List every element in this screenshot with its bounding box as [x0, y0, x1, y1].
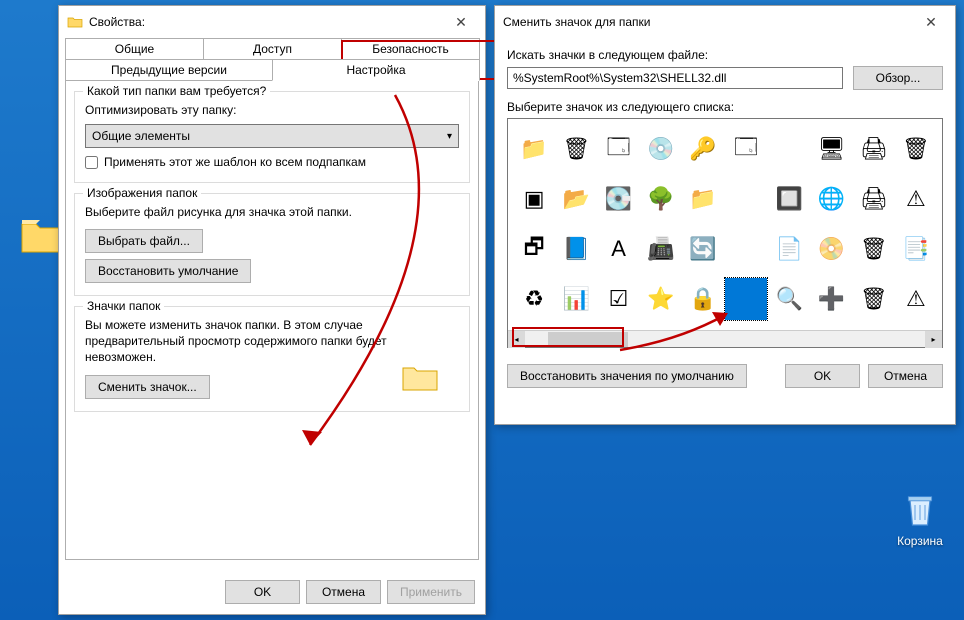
- recycle-bin-label: Корзина: [897, 534, 943, 548]
- printer-icon[interactable]: 🖨: [855, 130, 893, 168]
- recycle2-icon[interactable]: ♻: [515, 280, 553, 318]
- folder-pictures-group: Изображения папок Выберите файл рисунка …: [74, 193, 470, 295]
- tab-sharing[interactable]: Доступ: [203, 38, 342, 59]
- change-icon-title: Сменить значок для папки: [503, 15, 915, 29]
- drive-icon[interactable]: 💽: [600, 180, 638, 218]
- folder-icon: [67, 15, 83, 29]
- change-icon-window: Сменить значок для папки ✕ Искать значки…: [494, 5, 956, 425]
- recycle-bin-icon[interactable]: 🗑: [557, 130, 595, 168]
- select-label: Выберите значок из следующего списка:: [507, 100, 943, 114]
- tab-general[interactable]: Общие: [65, 38, 204, 59]
- ok-button[interactable]: OK: [225, 580, 300, 604]
- change-icon-button-row: Восстановить значения по умолчанию OK От…: [507, 364, 943, 388]
- folder-icons-desc: Вы можете изменить значок папки. В этом …: [85, 317, 459, 366]
- folder-icon[interactable]: 📁: [515, 130, 553, 168]
- warn2-icon[interactable]: ⚠: [897, 280, 935, 318]
- ok-button[interactable]: OK: [785, 364, 860, 388]
- lock-icon[interactable]: 🔒: [684, 280, 722, 318]
- apply-button[interactable]: Применить: [387, 580, 475, 604]
- monitor-icon[interactable]: 🖥: [812, 130, 850, 168]
- recycle-empty-icon[interactable]: 🗑: [897, 130, 935, 168]
- dropdown-value: Общие элементы: [92, 129, 190, 143]
- optimize-label: Оптимизировать эту папку:: [85, 103, 236, 117]
- icon-grid-wrapper: 📁🗑🗔💿🔑🗔 🖥🖨🗑▣📂💽🌳📁 🔲🌐🖨⚠🗗📘A📠🔄 📄📀🗑📑♻📊☑⭐🔒 🔍➕🗑⚠…: [507, 118, 943, 348]
- search2-icon[interactable]: 🔍: [770, 280, 808, 318]
- chip-icon[interactable]: 🔲: [770, 180, 808, 218]
- folder-icons-group: Значки папок Вы можете изменить значок п…: [74, 306, 470, 413]
- add-icon[interactable]: ➕: [812, 280, 850, 318]
- search-label: Искать значки в следующем файле:: [507, 48, 943, 62]
- recycle-bin[interactable]: Корзина: [896, 490, 944, 548]
- folder-type-group: Какой тип папки вам требуется? Оптимизир…: [74, 91, 470, 183]
- window-icon[interactable]: 🗔: [727, 130, 765, 168]
- change-icon-body: Искать значки в следующем файле: Обзор..…: [495, 38, 955, 398]
- properties-window: Свойства: ✕ Общие Доступ Безопасность Пр…: [58, 5, 486, 615]
- scroll-right-arrow[interactable]: ▸: [925, 331, 942, 348]
- folder-pictures-desc: Выберите файл рисунка для значка этой па…: [85, 204, 459, 220]
- folder-pictures-legend: Изображения папок: [83, 186, 201, 200]
- choose-file-button[interactable]: Выбрать файл...: [85, 229, 203, 253]
- tab-row-2: Предыдущие версии Настройка: [65, 59, 479, 80]
- checklist-icon[interactable]: ☑: [600, 280, 638, 318]
- properties-button-bar: OK Отмена Применить: [59, 580, 485, 614]
- app-icon[interactable]: 🗗: [515, 230, 553, 268]
- restore-default-button[interactable]: Восстановить умолчание: [85, 259, 251, 283]
- warning-folder-icon[interactable]: ⚠: [897, 180, 935, 218]
- change-icon-titlebar[interactable]: Сменить значок для папки ✕: [495, 6, 955, 38]
- shortcut-icon[interactable]: ▣: [515, 180, 553, 218]
- refresh-folder-icon[interactable]: 🔄: [684, 230, 722, 268]
- pages-icon[interactable]: 📑: [897, 230, 935, 268]
- printer2-icon[interactable]: 🖨: [855, 180, 893, 218]
- annotation-box-scroll: [512, 327, 624, 347]
- fax-icon[interactable]: 📠: [642, 230, 680, 268]
- trash-icon[interactable]: 🗑: [855, 230, 893, 268]
- folder-type-legend: Какой тип папки вам требуется?: [83, 84, 270, 98]
- folder-open-icon[interactable]: 📂: [557, 180, 595, 218]
- tab-previous[interactable]: Предыдущие версии: [65, 59, 273, 80]
- folder-type-dropdown[interactable]: Общие элементы: [85, 124, 459, 148]
- apply-template-checkbox[interactable]: [85, 156, 98, 169]
- tree-icon[interactable]: 🌳: [642, 180, 680, 218]
- network-icon[interactable]: 🌐: [812, 180, 850, 218]
- apply-template-label: Применять этот же шаблон ко всем подпапк…: [104, 154, 366, 170]
- folder-preview-icon: [401, 361, 439, 393]
- folder-blue-icon[interactable]: 📘: [557, 230, 595, 268]
- chart-icon[interactable]: 📊: [557, 280, 595, 318]
- blank-icon[interactable]: [770, 130, 808, 168]
- properties-title: Свойства:: [89, 15, 445, 29]
- icon-grid: 📁🗑🗔💿🔑🗔 🖥🖨🗑▣📂💽🌳📁 🔲🌐🖨⚠🗗📘A📠🔄 📄📀🗑📑♻📊☑⭐🔒 🔍➕🗑⚠: [514, 125, 936, 323]
- tab-content: Какой тип папки вам требуется? Оптимизир…: [65, 80, 479, 560]
- key-icon[interactable]: 🔑: [684, 130, 722, 168]
- font-icon[interactable]: A: [600, 230, 638, 268]
- blank3-icon[interactable]: [727, 230, 765, 268]
- cancel-button[interactable]: Отмена: [868, 364, 943, 388]
- folder-icons-legend: Значки папок: [83, 299, 164, 313]
- close-button[interactable]: ✕: [915, 12, 947, 32]
- control-panel-icon[interactable]: 🗔: [600, 130, 638, 168]
- change-icon-button[interactable]: Сменить значок...: [85, 375, 210, 399]
- cancel-button[interactable]: Отмена: [306, 580, 381, 604]
- tab-customize[interactable]: Настройка: [272, 59, 480, 81]
- browse-button[interactable]: Обзор...: [853, 66, 943, 90]
- properties-titlebar[interactable]: Свойства: ✕: [59, 6, 485, 38]
- folder2-icon[interactable]: 📁: [684, 180, 722, 218]
- burn-icon[interactable]: 📀: [812, 230, 850, 268]
- disc-icon[interactable]: 💿: [642, 130, 680, 168]
- recycle-bin-icon: [896, 490, 944, 530]
- blue-square-icon[interactable]: [725, 278, 767, 320]
- trash2-icon[interactable]: 🗑: [855, 280, 893, 318]
- icon-path-input[interactable]: [507, 67, 843, 89]
- page-icon[interactable]: 📄: [770, 230, 808, 268]
- restore-defaults-button[interactable]: Восстановить значения по умолчанию: [507, 364, 747, 388]
- close-button[interactable]: ✕: [445, 12, 477, 32]
- star-icon[interactable]: ⭐: [642, 280, 680, 318]
- blank2-icon[interactable]: [727, 180, 765, 218]
